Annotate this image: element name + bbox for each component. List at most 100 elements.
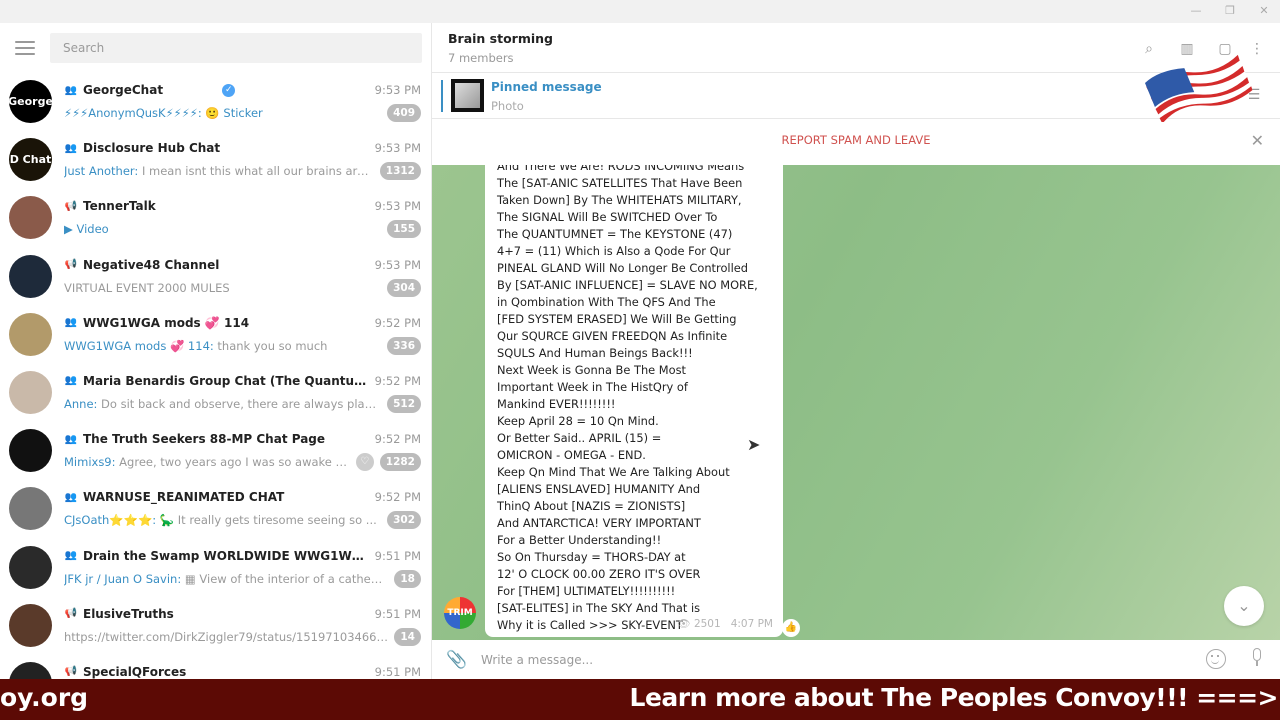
us-flag-overlay-icon <box>1144 51 1253 122</box>
chat-time: 9:51 PM <box>374 606 421 621</box>
chat-name: SpecialQForces <box>83 664 187 679</box>
channel-icon: 📢 <box>64 666 78 678</box>
message-bubble: And There We Are! RODS INCOMING Means The… <box>485 165 783 637</box>
avatar <box>9 312 52 356</box>
close-icon[interactable]: ✕ <box>1251 131 1264 150</box>
preview-sender: ⚡⚡⚡AnonymQusK⚡⚡⚡⚡: 🙂 Sticker <box>64 106 263 120</box>
group-icon: 👥 <box>64 142 78 154</box>
preview-text: ▦ View of the interior of a cathedral ..… <box>181 571 389 586</box>
chat-list-item[interactable]: 👥 Drain the Swamp WORLDWIDE WWG1WGA 9:51… <box>0 539 431 597</box>
avatar-text: D Chat <box>9 153 52 167</box>
report-spam-button[interactable]: REPORT SPAM AND LEAVE <box>432 133 1280 147</box>
message-area: And There We Are! RODS INCOMING Means The… <box>432 165 1280 640</box>
message-line: OMICRON - OMEGA - END. <box>497 448 646 462</box>
unread-badge: 1312 <box>379 162 421 181</box>
chat-preview: ▶ Video <box>64 222 381 236</box>
chat-preview: Anne: Do sit back and observe, there are… <box>64 397 381 411</box>
preview-sender: CJsOath⭐⭐⭐: <box>64 513 157 528</box>
unread-badge: 304 <box>387 278 421 297</box>
preview-sender: Anne: <box>64 396 98 411</box>
chat-title[interactable]: Brain storming <box>448 31 553 46</box>
chat-list-item[interactable]: 👥 WWG1WGA mods 💞 114 9:52 PM WWG1WGA mod… <box>0 306 431 364</box>
chat-list-item[interactable]: 📢 TennerTalk 9:53 PM ▶ Video 155 <box>0 189 431 247</box>
unread-badge: 409 <box>387 104 421 122</box>
message-input[interactable] <box>481 648 1181 672</box>
preview-text: VIRTUAL EVENT 2000 MULES <box>64 280 230 295</box>
chat-list-item[interactable]: 👥 The Truth Seekers 88-MP Chat Page 9:52… <box>0 422 431 480</box>
message-line: 4+7 = (11) Which is Also a Qode For Qur <box>497 244 731 258</box>
chat-list-item[interactable]: 📢 ElusiveTruths 9:51 PM https://twitter.… <box>0 597 431 655</box>
chat-time: 9:52 PM <box>374 432 421 447</box>
close-window-button[interactable]: ✕ <box>1254 3 1274 19</box>
chat-time: 9:53 PM <box>374 199 421 214</box>
scroll-down-button[interactable]: ⌄ <box>1224 586 1264 626</box>
message-line: [FED SYSTEM ERASED] We Will Be Getting <box>497 312 737 326</box>
emoji-icon[interactable] <box>1206 649 1226 669</box>
preview-sender: ▶ Video <box>64 222 109 237</box>
chat-preview: Mimixs9: Agree, two years ago I was so a… <box>64 455 350 469</box>
message-line: And There We Are! RODS INCOMING Means <box>497 165 745 173</box>
channel-icon: 📢 <box>64 608 78 620</box>
unread-badge: 1282 <box>379 453 421 472</box>
chat-preview: Just Another: I mean isnt this what all … <box>64 164 374 178</box>
member-count[interactable]: 7 members <box>448 51 514 65</box>
chat-name: Drain the Swamp WORLDWIDE WWG1WGA <box>83 548 371 563</box>
avatar <box>9 545 52 589</box>
group-icon: 👥 <box>64 84 78 96</box>
chat-list-item[interactable]: 👥 Maria Benardis Group Chat (The Quantum… <box>0 364 431 422</box>
avatar <box>9 254 52 298</box>
message-line: in Qombination With The QFS And The <box>497 295 716 309</box>
banner-url-text: oy.org <box>0 683 89 712</box>
message-line: SQULS And Human Beings Back!!! <box>497 346 693 360</box>
message-line: For [THEM] ULTIMATELY!!!!!!!!!! <box>497 584 676 598</box>
mouse-cursor-icon: ➤ <box>747 435 761 454</box>
unread-badge: 302 <box>387 511 421 530</box>
pinned-title: Pinned message <box>491 80 602 94</box>
maximize-button[interactable]: ❐ <box>1220 3 1240 19</box>
chat-time: 9:52 PM <box>374 373 421 388</box>
views-icon: 👁 <box>677 618 691 630</box>
preview-text: I mean isnt this what all our brains are… <box>138 164 374 179</box>
unread-badge: 336 <box>387 336 421 355</box>
menu-icon[interactable] <box>15 41 35 55</box>
avatar <box>9 661 52 680</box>
pinned-thumbnail <box>451 79 484 112</box>
search-input[interactable] <box>50 33 422 63</box>
chat-list-item[interactable]: 📢 SpecialQForces 9:51 PM <box>0 655 431 680</box>
avatar-text: George <box>9 95 52 108</box>
banner-promo-text: Learn more about The Peoples Convoy!!! =… <box>629 683 1279 712</box>
chat-preview: VIRTUAL EVENT 2000 MULES <box>64 281 381 295</box>
message-line: Or Better Said.. APRIL (15) = <box>497 431 662 445</box>
sender-avatar[interactable]: TRIM <box>444 597 476 629</box>
preview-text: 🦕 It really gets tiresome seeing so ... <box>156 513 377 528</box>
message-line: By [SAT-ANIC INFLUENCE] = SLAVE NO MORE, <box>497 278 758 292</box>
message-line: Taken Down] By The WHITEHATS MILITARY, <box>497 193 742 207</box>
channel-icon: 📢 <box>64 259 78 271</box>
attach-icon[interactable]: 📎 <box>446 650 467 670</box>
chat-list-item[interactable]: 📢 Negative48 Channel 9:53 PM VIRTUAL EVE… <box>0 248 431 306</box>
chat-list-item[interactable]: 👥 WARNUSE_REANIMATED CHAT 9:52 PM CJsOat… <box>0 480 431 538</box>
group-icon: 👥 <box>64 433 78 445</box>
chat-time: 9:53 PM <box>374 141 421 156</box>
chat-name: WARNUSE_REANIMATED CHAT <box>83 490 285 505</box>
chat-list-item[interactable]: George 👥 GeorgeChat ✓ 9:53 PM ⚡⚡⚡AnonymQ… <box>0 73 431 131</box>
window-titlebar: — ❐ ✕ <box>0 0 1280 23</box>
message-line: The SIGNAL Will Be SWITCHED Over To <box>497 210 718 224</box>
minimize-button[interactable]: — <box>1186 3 1206 19</box>
unread-badge: 14 <box>394 627 421 646</box>
chat-preview: https://twitter.com/DirkZiggler79/status… <box>64 630 388 644</box>
message-line: So On Thursday = THORS-DAY at <box>497 550 686 564</box>
chat-time: 9:53 PM <box>374 83 421 97</box>
chat-time: 9:51 PM <box>374 664 421 679</box>
chat-preview: WWG1WGA mods 💞 114: thank you so much <box>64 339 381 353</box>
preview-sender: Mimixs9: <box>64 455 116 470</box>
reaction-icon[interactable]: 👍 <box>782 619 800 637</box>
microphone-icon[interactable] <box>1250 648 1264 670</box>
chat-list-item[interactable]: D Chat 👥 Disclosure Hub Chat 9:53 PM Jus… <box>0 131 431 189</box>
message-line: PINEAL GLAND Will No Longer Be Controlle… <box>497 261 748 275</box>
message-time: 4:07 PM <box>730 618 773 630</box>
chat-name: Maria Benardis Group Chat (The Quantum L… <box>83 373 371 388</box>
unread-badge: 18 <box>394 569 421 588</box>
message-line: ThinQ About [NAZIS = ZIONISTS] <box>497 499 686 513</box>
composer: 📎 <box>432 640 1280 680</box>
